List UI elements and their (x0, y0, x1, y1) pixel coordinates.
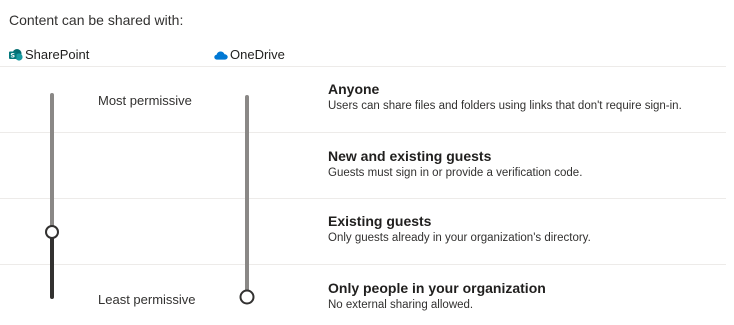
svg-text:S: S (10, 52, 15, 60)
option-description: No external sharing allowed. (328, 299, 474, 311)
option-description: Only guests already in your organization… (328, 232, 591, 244)
onedrive-icon (214, 51, 228, 60)
onedrive-slider-thumb[interactable] (239, 289, 255, 305)
sharepoint-column-label: S SharePoint (9, 46, 89, 64)
row-divider (0, 198, 726, 199)
option-anyone: Anyone Users can share files and folders… (328, 80, 682, 114)
option-title: Anyone (328, 81, 380, 97)
section-heading: Content can be shared with: (9, 12, 184, 28)
most-permissive-label: Most permissive (98, 93, 192, 108)
sharepoint-icon: S (9, 49, 23, 61)
option-description: Users can share files and folders using … (328, 100, 682, 112)
least-permissive-label: Least permissive (98, 292, 196, 307)
onedrive-slider-track[interactable] (245, 95, 249, 297)
option-new-and-existing-guests: New and existing guests Guests must sign… (328, 147, 582, 181)
sharepoint-slider-thumb[interactable] (45, 225, 59, 239)
row-divider (0, 132, 726, 133)
sharepoint-label: SharePoint (25, 47, 90, 62)
option-only-people-in-organization: Only people in your organization No exte… (328, 279, 546, 313)
option-description: Guests must sign in or provide a verific… (328, 167, 583, 179)
sharepoint-slider-track-filled[interactable] (50, 232, 54, 299)
onedrive-column-label: OneDrive (214, 46, 285, 64)
option-title: Existing guests (328, 213, 432, 229)
onedrive-label: OneDrive (230, 47, 285, 62)
option-title: Only people in your organization (328, 280, 546, 296)
row-divider (0, 66, 726, 67)
option-title: New and existing guests (328, 148, 492, 164)
option-existing-guests: Existing guests Only guests already in y… (328, 212, 591, 246)
sharepoint-slider-track[interactable] (50, 93, 54, 232)
row-divider (0, 264, 726, 265)
